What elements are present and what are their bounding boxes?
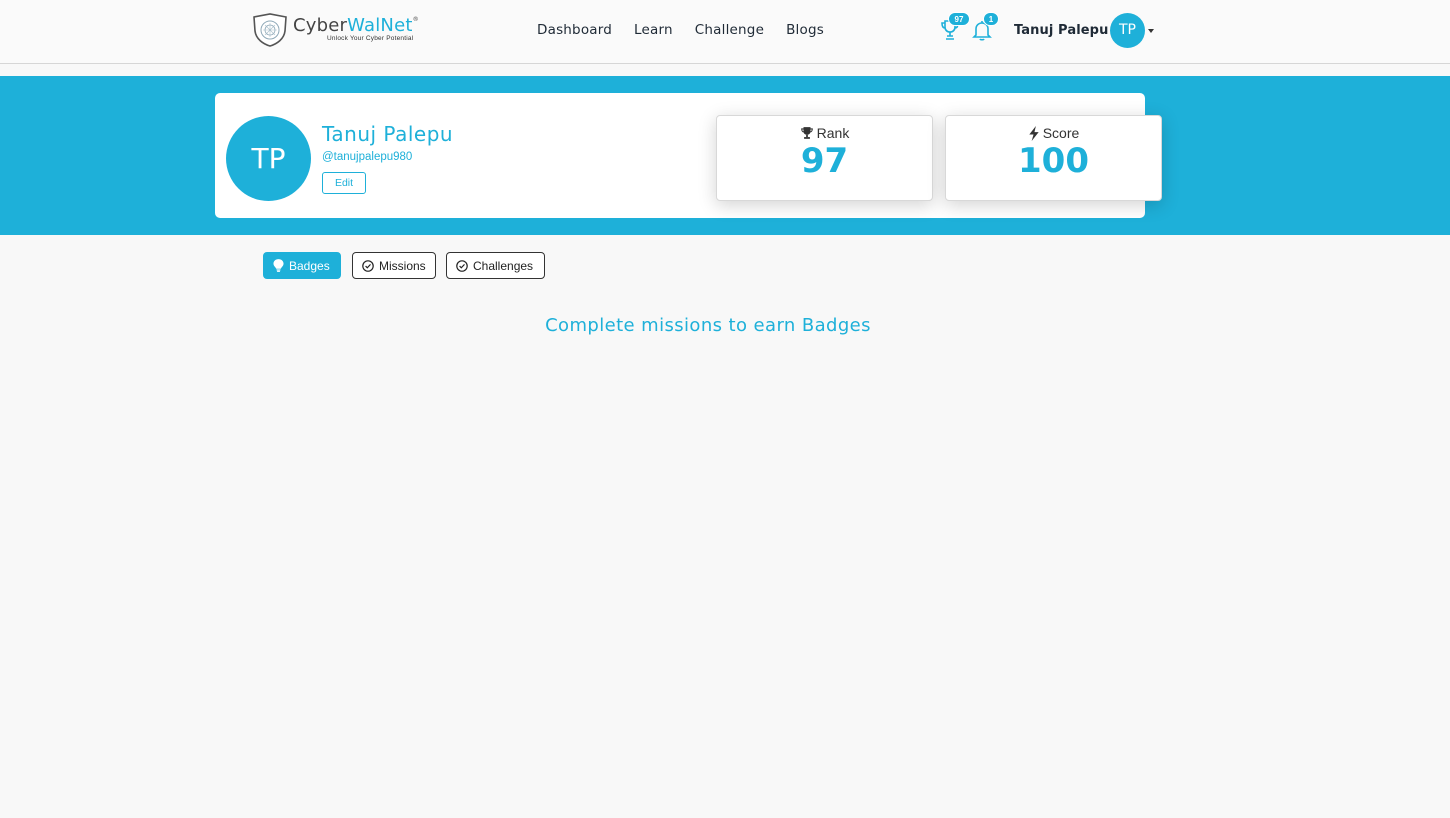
trophy-count-badge: 97 [948,12,970,26]
shield-logo-icon [253,13,287,47]
score-card: Score 100 [945,115,1162,201]
tab-challenges[interactable]: Challenges [446,252,545,279]
brand-tagline: Unlock Your Cyber Potential [327,35,414,43]
tab-challenges-label: Challenges [473,258,534,273]
user-menu-caret-icon[interactable] [1148,29,1154,33]
score-value: 100 [1018,141,1089,181]
nav-dashboard[interactable]: Dashboard [537,22,612,38]
profile-avatar: TP [226,116,311,201]
rank-card: Rank 97 [716,115,933,201]
bolt-icon [1029,125,1039,141]
main-nav: Dashboard Learn Challenge Blogs [537,22,846,38]
score-label: Score [1042,125,1080,141]
check-circle-icon [456,259,468,272]
profile-name: Tanuj Palepu [322,122,454,146]
nav-learn[interactable]: Learn [634,22,673,38]
empty-badges-message: Complete missions to earn Badges [545,315,871,336]
lightbulb-icon [273,259,284,272]
nav-blogs[interactable]: Blogs [786,22,824,38]
nav-user-name[interactable]: Tanuj Palepu [1014,23,1108,38]
tab-badges[interactable]: Badges [263,252,341,279]
tab-badges-label: Badges [289,258,330,273]
tab-missions[interactable]: Missions [352,252,436,279]
brand-logo[interactable]: CyberWalNet® Unlock Your Cyber Potential [251,13,419,47]
tab-missions-label: Missions [379,258,426,273]
top-navbar: CyberWalNet® Unlock Your Cyber Potential… [0,0,1450,64]
nav-challenge[interactable]: Challenge [695,22,764,38]
rank-label: Rank [816,125,850,141]
check-circle-icon [362,259,374,272]
nav-avatar[interactable]: TP [1110,13,1145,48]
trophy-icon [800,127,813,139]
brand-name: CyberWalNet® [293,15,419,37]
profile-handle: @tanujpalepu980 [322,151,413,163]
edit-profile-button[interactable]: Edit [322,172,366,194]
rank-value: 97 [800,141,849,181]
notification-count-badge: 1 [983,12,999,26]
